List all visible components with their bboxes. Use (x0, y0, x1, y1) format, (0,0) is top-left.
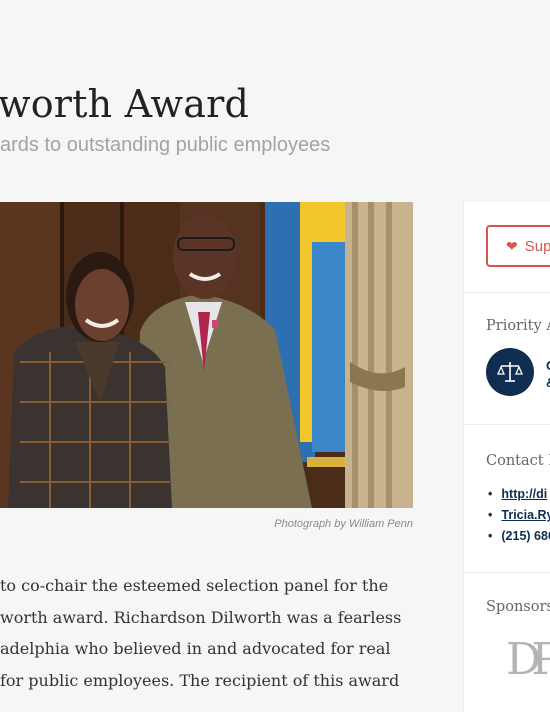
sidebar-divider (464, 292, 550, 293)
scales-icon (497, 362, 523, 382)
page-title: worth Award (0, 82, 249, 126)
contact-item: (215) 686 (488, 526, 550, 547)
priority-badge[interactable] (486, 348, 534, 396)
article-line: to co-chair the esteemed selection panel… (0, 576, 389, 595)
priority-line: G (546, 357, 550, 374)
sidebar-divider (464, 424, 550, 425)
support-button-label: Sup (524, 237, 550, 255)
heart-icon: ❤ (506, 237, 518, 254)
article-line: worth award. Richardson Dilworth was a f… (0, 607, 402, 627)
contact-website-link[interactable]: http://di (501, 487, 547, 501)
article-body: to co-chair the esteemed selection panel… (0, 570, 440, 696)
priority-link[interactable]: G & (546, 357, 550, 391)
contact-item: Tricia.Ry (488, 505, 550, 526)
sponsor-logo[interactable]: DP (506, 634, 550, 685)
sidebar: ❤ Sup Priority A G & Contact I http://di… (463, 202, 550, 712)
feature-photo (0, 202, 413, 508)
page-subtitle: ards to outstanding public employees (0, 134, 331, 156)
article-line: for public employees. The recipient of t… (0, 670, 400, 690)
contact-item: http://di (488, 484, 550, 505)
article-line: adelphia who believed in and advocated f… (0, 639, 391, 658)
photo-credit: Photograph by William Penn (274, 518, 413, 530)
priority-line: & (546, 374, 550, 391)
priority-heading: Priority A (486, 318, 550, 334)
sidebar-divider (464, 572, 550, 573)
contact-phone: (215) 686 (501, 529, 550, 543)
sponsors-heading: Sponsors (486, 599, 550, 615)
contact-list: http://di Tricia.Ry (215) 686 (488, 484, 550, 547)
contact-heading: Contact I (486, 453, 550, 469)
support-button[interactable]: ❤ Sup (486, 225, 550, 267)
page-header: worth Award ards to outstanding public e… (0, 0, 550, 180)
contact-email-link[interactable]: Tricia.Ry (501, 508, 550, 522)
